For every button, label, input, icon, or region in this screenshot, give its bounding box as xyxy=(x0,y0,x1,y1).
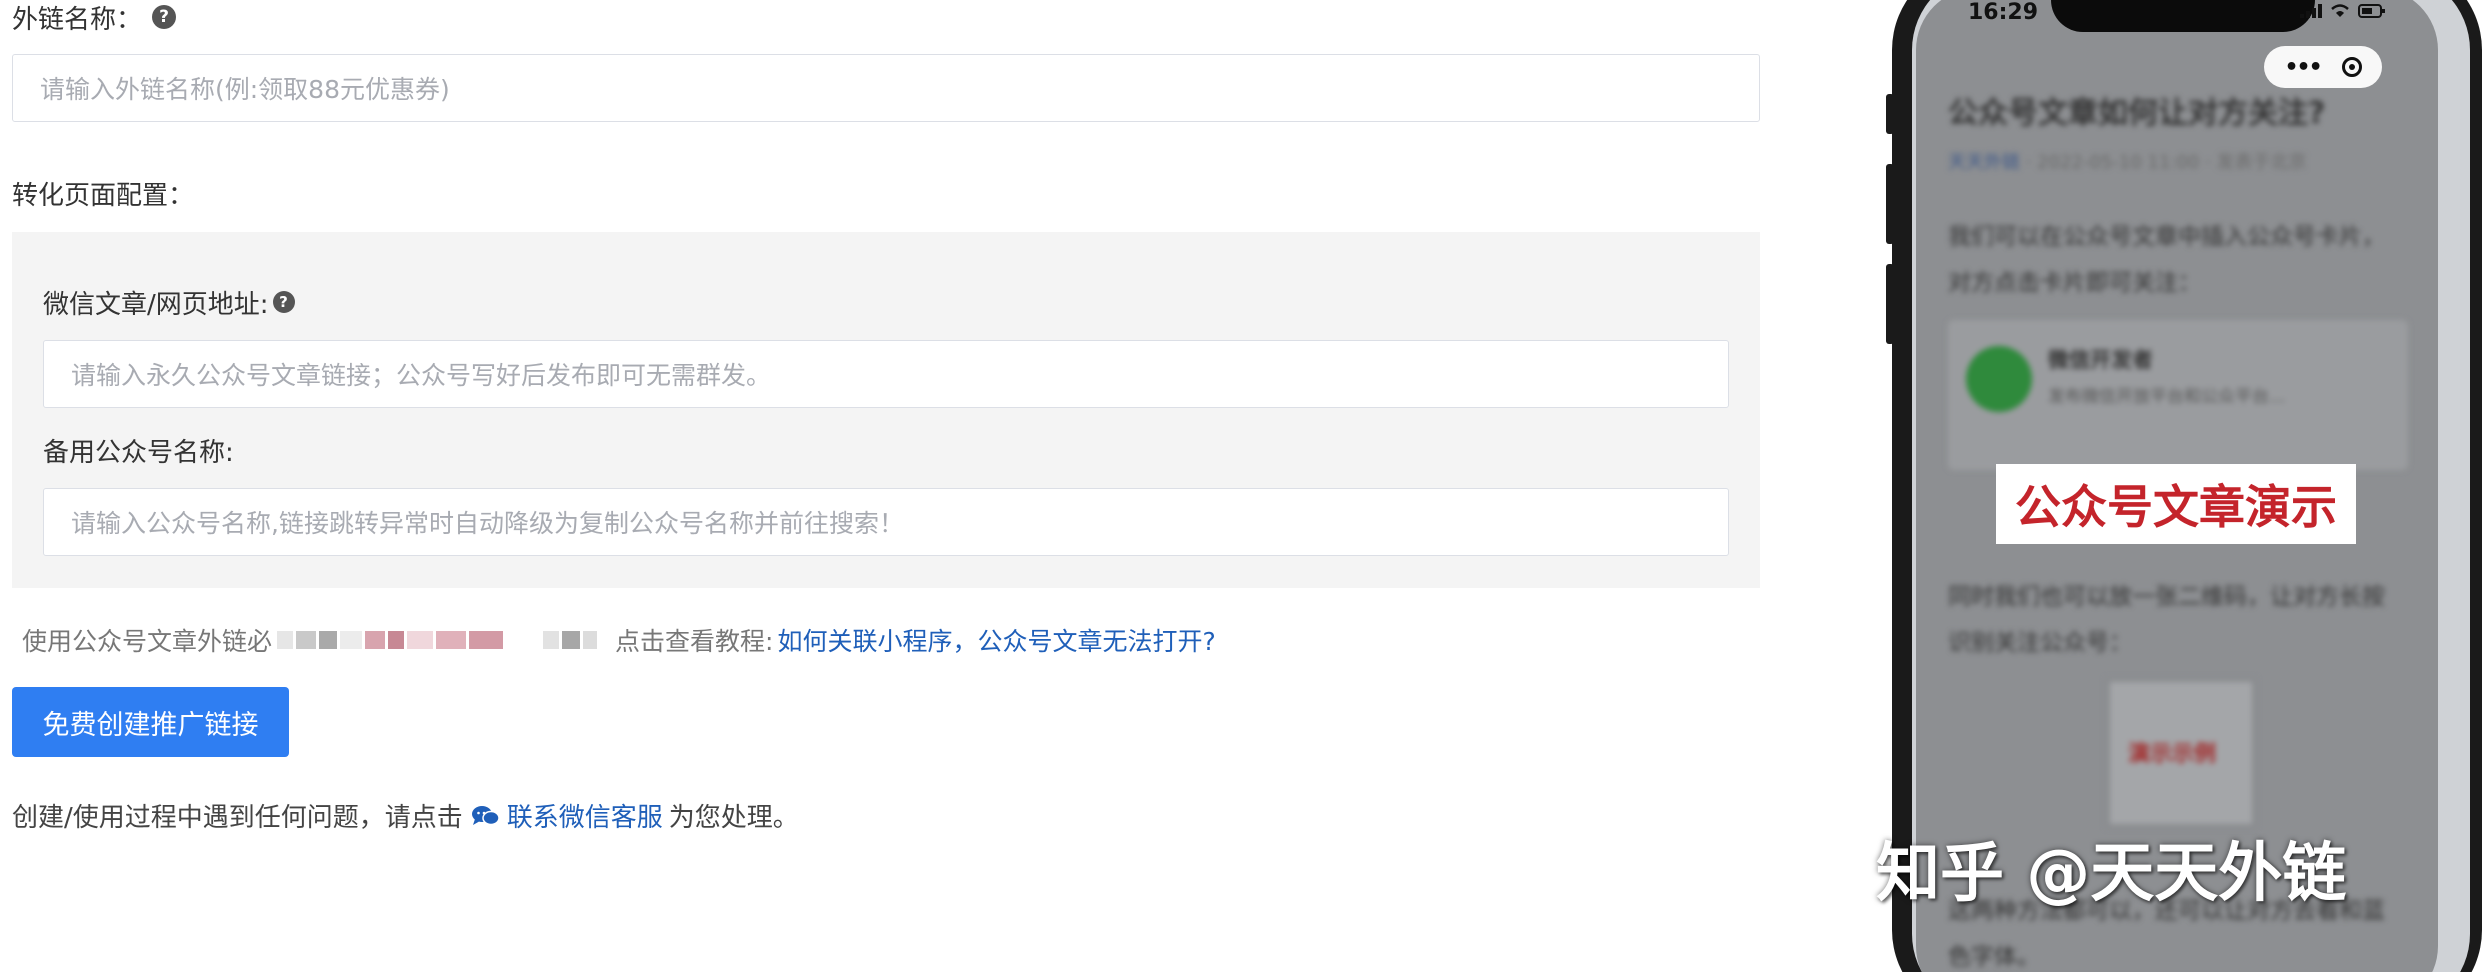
redacted-text xyxy=(274,631,598,649)
qr-code: 演示示例 xyxy=(2106,678,2256,828)
tutorial-prefix: 点击查看教程: xyxy=(615,627,774,656)
account-card-desc: 发布微信开放平台和公众平台... xyxy=(2048,387,2286,407)
requirement-note-text: 使用公众号文章外链必 xyxy=(22,627,273,656)
battery-icon xyxy=(2358,4,2385,18)
account-logo-icon xyxy=(1966,346,2032,412)
status-time: 16:29 xyxy=(1968,0,2039,25)
article-account: 天天外链 xyxy=(1948,152,2020,173)
status-icons xyxy=(2300,4,2386,18)
article-url-placeholder: 请输入永久公众号文章链接；公众号写好后发布即可无需群发。 xyxy=(71,361,772,390)
backup-account-input[interactable]: 请输入公众号名称,链接跳转异常时自动降级为复制公众号名称并前往搜索！ xyxy=(43,488,1729,556)
contact-support-link[interactable]: 联系微信客服 xyxy=(471,797,663,834)
link-name-input[interactable]: 请输入外链名称(例:领取88元优惠券) xyxy=(12,54,1760,122)
backup-account-placeholder: 请输入公众号名称,链接跳转异常时自动降级为复制公众号名称并前往搜索！ xyxy=(71,509,904,538)
more-icon[interactable]: ••• xyxy=(2284,55,2322,80)
page-root: 外链名称： ? 请输入外链名称(例:领取88元优惠券) 转化页面配置： 微信文章… xyxy=(0,0,2482,972)
create-link-button[interactable]: 免费创建推广链接 xyxy=(12,687,289,757)
support-line: 创建/使用过程中遇到任何问题，请点击 联系微信客服 为您处理。 xyxy=(12,797,799,834)
tutorial-link[interactable]: 如何关联小程序，公众号文章无法打开? xyxy=(777,622,1215,658)
article-url-label-text: 微信文章/网页地址: xyxy=(43,289,269,320)
article-title: 公众号文章如何让对方关注? xyxy=(1948,96,2326,131)
link-name-placeholder: 请输入外链名称(例:领取88元优惠券) xyxy=(40,75,450,104)
article-paragraph: 我们可以在公众号文章中插入公众号卡片，对方点击卡片即可关注： xyxy=(1948,224,2385,296)
phone-notch xyxy=(2051,0,2315,32)
miniprogram-capsule: ••• xyxy=(2264,46,2382,88)
signal-icon xyxy=(2300,4,2322,18)
demo-banner: 公众号文章演示 xyxy=(1996,464,2356,544)
support-prefix: 创建/使用过程中遇到任何问题，请点击 xyxy=(12,803,463,833)
zhihu-watermark: 知乎 @天天外链 xyxy=(1876,837,2347,911)
qr-demo-label: 演示示例 xyxy=(2128,742,2217,767)
link-name-label-text: 外链名称： xyxy=(12,4,143,35)
conversion-config-label-text: 转化页面配置： xyxy=(12,180,195,211)
conversion-config-label: 转化页面配置： xyxy=(12,176,195,211)
article-url-input[interactable]: 请输入永久公众号文章链接；公众号写好后发布即可无需群发。 xyxy=(43,340,1729,408)
chat-bubble-icon xyxy=(471,805,500,825)
account-card: 微信开发者 发布微信开放平台和公众平台... xyxy=(1948,320,2408,470)
article-date: · 2022-05-10 11:00 · 发表于北京 xyxy=(2025,152,2307,173)
link-name-label: 外链名称： ? xyxy=(12,0,177,35)
account-card-name: 微信开发者 xyxy=(2048,348,2153,372)
backup-account-label-text: 备用公众号名称: xyxy=(43,437,234,468)
backup-account-label: 备用公众号名称: xyxy=(43,433,234,468)
help-icon[interactable]: ? xyxy=(272,291,295,313)
support-suffix: 为您处理。 xyxy=(668,803,799,833)
contact-support-link-text: 联系微信客服 xyxy=(506,803,663,833)
article-url-label: 微信文章/网页地址: ? xyxy=(43,285,295,320)
wifi-icon xyxy=(2331,4,2349,17)
article-meta: 天天外链 · 2022-05-10 11:00 · 发表于北京 xyxy=(1948,148,2307,174)
help-icon[interactable]: ? xyxy=(152,5,177,29)
close-miniprogram-icon[interactable] xyxy=(2341,57,2362,77)
requirement-note: 使用公众号文章外链必 点击查看教程: 如何关联小程序，公众号文章无法打开? xyxy=(22,622,1216,658)
article-paragraph: 同时我们也可以放一张二维码，让对方长按识别关注公众号： xyxy=(1948,584,2385,656)
